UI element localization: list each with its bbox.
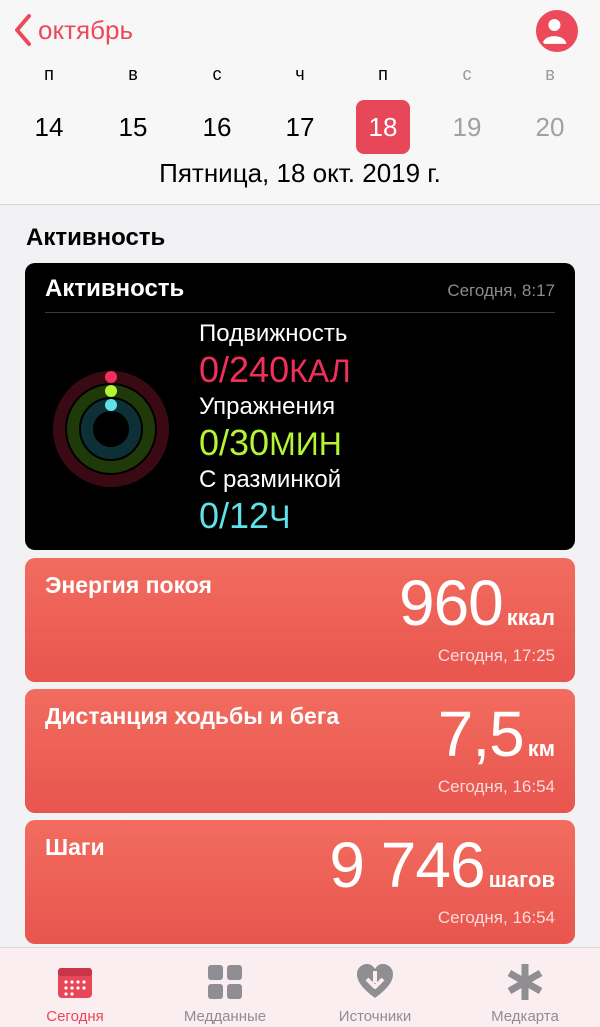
tab-label: Медданные [183, 1008, 267, 1025]
day-cell[interactable]: 16 [190, 100, 244, 154]
day-cell[interactable]: 20 [523, 100, 577, 154]
day-cell[interactable]: 14 [22, 100, 76, 154]
weekday-label: с [212, 64, 222, 84]
weekday-label: в [128, 64, 138, 84]
day-cell[interactable]: 17 [273, 100, 327, 154]
weekday-label: ч [295, 64, 305, 84]
metric-title: Дистанция ходьбы и бега [45, 703, 340, 729]
activity-stats: Подвижность 0/240КАЛ Упражнения 0/30МИН … [199, 319, 351, 538]
section-title: Активность [26, 224, 166, 251]
heart-download-icon [357, 964, 393, 998]
steps-card[interactable]: Шаги 9 746 шагов Сегодня, 16:54 [25, 820, 575, 944]
metric-time: Сегодня, 17:25 [437, 646, 555, 665]
profile-icon[interactable] [536, 10, 578, 52]
tab-medical-id[interactable]: Медкарта [450, 948, 600, 1027]
metric-value: 960 ккал [398, 567, 555, 639]
day-cell[interactable]: 15 [106, 100, 160, 154]
tab-label: Медкарта [491, 1008, 559, 1025]
tab-bar: Сегодня Медданные Источники Медкарта [0, 947, 600, 1027]
activity-title: Активность [45, 275, 185, 302]
activity-time: Сегодня, 8:17 [447, 281, 555, 300]
walking-distance-card[interactable]: Дистанция ходьбы и бега 7,5 км Сегодня, 1… [25, 689, 575, 813]
grid-icon [208, 965, 242, 999]
metric-value: 7,5 км [437, 698, 555, 770]
asterisk-icon [507, 964, 543, 1000]
divider [45, 312, 555, 313]
day-cell[interactable]: 19 [440, 100, 494, 154]
stand-value: 0/12Ч [199, 495, 291, 536]
selected-date-title: Пятница, 18 окт. 2019 г. [159, 158, 441, 188]
tab-today[interactable]: Сегодня [0, 948, 150, 1027]
day-cell-selected[interactable]: 18 [356, 100, 410, 154]
metric-value: 9 746 шагов [329, 829, 555, 901]
metric-title: Энергия покоя [45, 572, 212, 598]
activity-card[interactable]: Активность Сегодня, 8:17 Подвижность 0/2… [25, 263, 575, 550]
exercise-label: Упражнения [199, 393, 336, 420]
exercise-value: 0/30МИН [199, 422, 342, 463]
tab-health-data[interactable]: Медданные [150, 948, 300, 1027]
activity-rings-icon [53, 371, 169, 487]
calendar-header: октябрь п в с ч п с в 14 15 16 17 18 19 … [0, 0, 600, 205]
metric-title: Шаги [45, 834, 105, 860]
tab-label: Источники [338, 1008, 412, 1025]
back-button[interactable]: октябрь [12, 10, 133, 50]
weekday-label: п [44, 64, 54, 84]
chevron-left-icon [15, 14, 31, 46]
move-value: 0/240КАЛ [199, 349, 351, 390]
calendar-icon [58, 968, 92, 998]
move-label: Подвижность [199, 320, 348, 347]
stand-label: С разминкой [199, 466, 342, 493]
tab-label: Сегодня [46, 1008, 104, 1025]
resting-energy-card[interactable]: Энергия покоя 960 ккал Сегодня, 17:25 [25, 558, 575, 682]
metric-time: Сегодня, 16:54 [437, 908, 555, 927]
weekday-row: п в с ч п с в [0, 64, 600, 88]
day-row: 14 15 16 17 18 19 20 [0, 100, 600, 154]
weekday-label: п [378, 64, 388, 84]
metric-time: Сегодня, 16:54 [437, 777, 555, 796]
weekday-label: с [462, 64, 472, 84]
back-label: октябрь [38, 14, 134, 45]
weekday-label: в [545, 64, 555, 84]
tab-sources[interactable]: Источники [300, 948, 450, 1027]
